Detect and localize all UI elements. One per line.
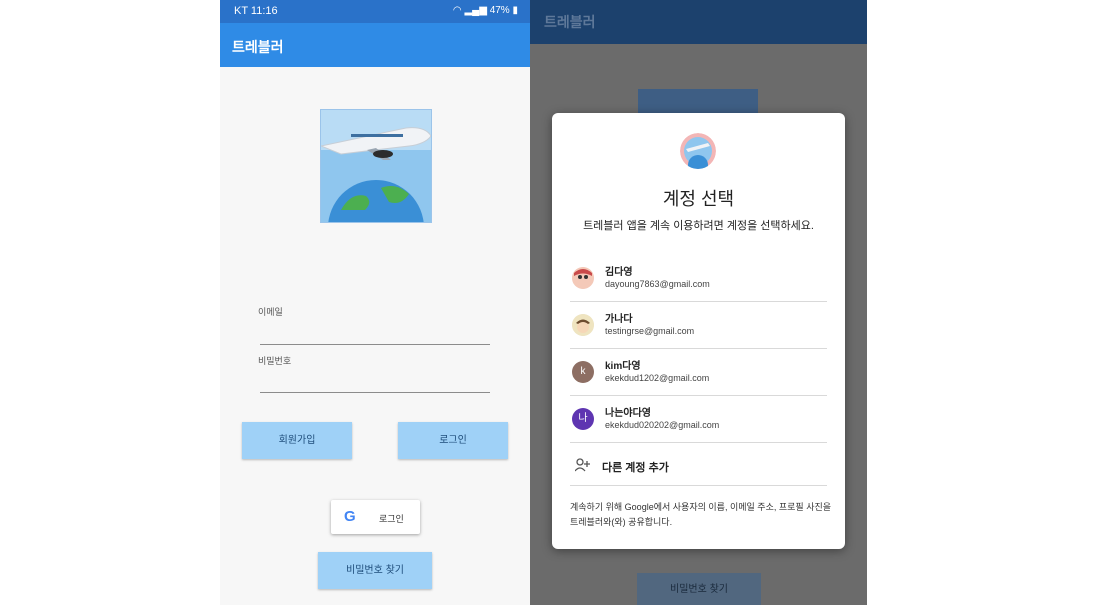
password-label: 비밀번호: [258, 356, 292, 366]
divider: [570, 442, 827, 443]
logo-dimmed: [638, 89, 758, 113]
account-email: ekekdud1202@gmail.com: [605, 373, 710, 383]
email-label: 이메일: [258, 307, 283, 317]
battery-icon: ▮: [512, 5, 518, 16]
account-chooser-screen: 트레블러 비밀번호 찾기 계정 선택 트레블러 앱을 계속 이용하려면 계정을 …: [530, 0, 867, 605]
account-item[interactable]: 김다영 dayoung7863@gmail.com: [570, 255, 827, 302]
app-avatar: [680, 133, 716, 169]
signup-button[interactable]: 회원가입: [242, 422, 352, 459]
dialog-subtitle: 트레블러 앱을 계속 이용하려면 계정을 선택하세요.: [583, 220, 814, 232]
account-email: testingrse@gmail.com: [605, 326, 695, 336]
password-input[interactable]: [260, 392, 490, 393]
add-account-button[interactable]: 다른 계정 추가: [570, 448, 827, 486]
account-item[interactable]: 나 나는야다영 ekekdud020202@gmail.com: [570, 396, 827, 443]
app-bar: 트레블러: [220, 23, 530, 67]
signal-icon: ▂▄▆: [464, 5, 487, 16]
login-button[interactable]: 로그인: [398, 422, 508, 459]
app-bar-dimmed: 트레블러: [530, 0, 867, 44]
account-email: dayoung7863@gmail.com: [605, 279, 710, 289]
account-chooser-dialog: 계정 선택 트레블러 앱을 계속 이용하려면 계정을 선택하세요. 김다영 da…: [552, 113, 845, 549]
add-person-icon: [574, 458, 591, 475]
avatar: 나: [572, 408, 594, 430]
account-name: 김다영: [605, 267, 633, 278]
account-name: 가나다: [605, 314, 633, 325]
account-item[interactable]: k kim다영 ekekdud1202@gmail.com: [570, 349, 827, 396]
avatar: k: [572, 361, 594, 383]
account-email: ekekdud020202@gmail.com: [605, 420, 720, 430]
google-login-button[interactable]: G 로그인: [331, 500, 420, 534]
wifi-icon: ◠: [452, 5, 462, 16]
find-password-button[interactable]: 비밀번호 찾기: [318, 552, 432, 589]
dialog-footer-text: 계속하기 위해 Google에서 사용자의 이름, 이메일 주소, 프로필 사진…: [570, 502, 832, 527]
find-password-button-dimmed: 비밀번호 찾기: [637, 573, 761, 605]
account-name: 나는야다영: [605, 408, 651, 419]
avatar: [572, 267, 594, 289]
email-input[interactable]: [260, 344, 490, 345]
app-title: 트레블러: [232, 39, 284, 55]
status-bar: KT 11:16 ◠ ▂▄▆ 47% ▮: [220, 0, 530, 23]
status-carrier-time: KT 11:16: [234, 5, 278, 17]
divider: [570, 485, 827, 486]
dialog-title: 계정 선택: [662, 189, 735, 209]
avatar: [572, 314, 594, 336]
add-account-label: 다른 계정 추가: [602, 462, 669, 474]
status-battery: ◠ ▂▄▆ 47% ▮: [453, 5, 518, 16]
google-login-label: 로그인: [379, 514, 404, 524]
account-item[interactable]: 가나다 testingrse@gmail.com: [570, 302, 827, 349]
battery-percent: 47%: [489, 5, 510, 16]
app-title-dimmed: 트레블러: [544, 14, 596, 30]
app-logo-image: [320, 109, 432, 223]
google-icon: G: [344, 508, 356, 525]
account-name: kim다영: [605, 361, 641, 372]
login-screen: KT 11:16 ◠ ▂▄▆ 47% ▮ 트레블러 이메일 비밀번호 회원가입 …: [220, 0, 530, 605]
